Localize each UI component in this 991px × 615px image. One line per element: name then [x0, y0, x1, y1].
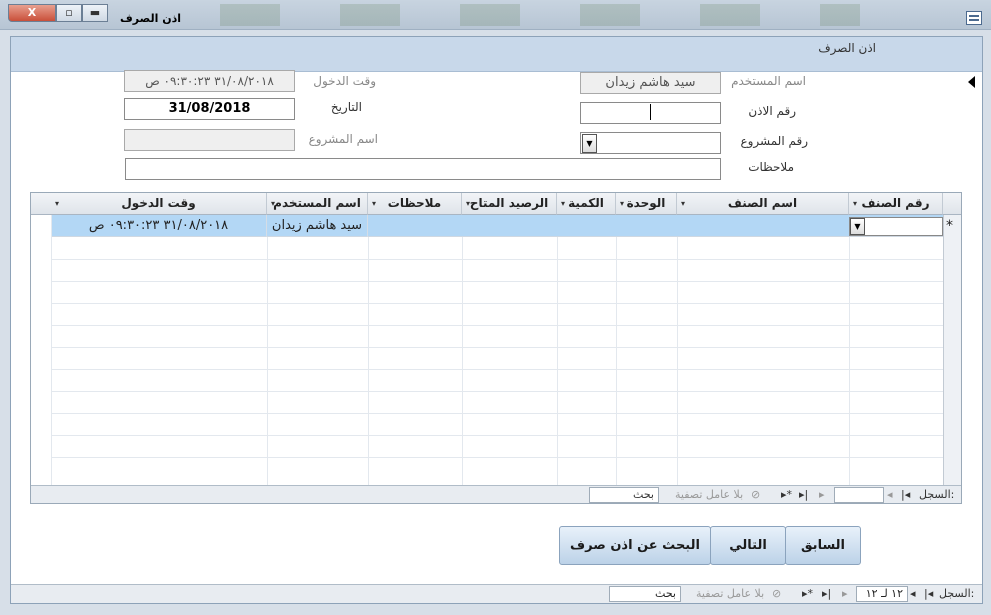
user-name-field: سيد هاشم زيدان: [580, 72, 721, 94]
window-title: اذن الصرف: [120, 12, 181, 25]
form-next-record-icon[interactable]: ▸: [842, 587, 848, 600]
notes-input[interactable]: [125, 158, 721, 180]
items-datasheet: ▾ رقم الصنف ▾ اسم الصنف ▾ الوحدة ▾ الكمية ▾ ا…: [30, 192, 962, 504]
grid-next-record-icon[interactable]: ▸: [819, 488, 825, 501]
previous-button[interactable]: السابق: [785, 526, 861, 565]
window-controls: X ▫ ▬: [8, 4, 108, 22]
form-icon[interactable]: [966, 11, 982, 25]
grid-filter-status[interactable]: بلا عامل تصفية: [675, 488, 743, 501]
form-record-counter[interactable]: ١٢ لـ ١٢: [856, 586, 908, 602]
next-button[interactable]: التالي: [710, 526, 786, 565]
project-name-label: اسم المشروع: [308, 132, 378, 146]
permit-no-label: رقم الاذن: [748, 104, 796, 118]
filter-off-icon: ⊘: [751, 488, 761, 501]
cell-user-name[interactable]: سيد هاشم زيدان: [267, 215, 368, 237]
record-selector-column: [943, 193, 961, 485]
form-record-label: السجل:: [939, 587, 975, 600]
new-record-marker: *: [946, 218, 953, 234]
entry-time-label: وقت الدخول: [313, 74, 376, 88]
text-cursor: [650, 104, 651, 120]
form-search-box[interactable]: بحث: [609, 586, 681, 602]
col-quantity[interactable]: ▾ الكمية: [557, 193, 616, 215]
project-name-field: [124, 129, 295, 151]
col-spacer: [31, 193, 51, 215]
col-notes[interactable]: ▾ ملاحظات: [368, 193, 462, 215]
col-available-balance[interactable]: ▾ الرصيد المتاح: [462, 193, 557, 215]
background-ribbon: [220, 4, 860, 26]
grid-search-box[interactable]: بحث: [589, 487, 659, 503]
chevron-down-icon[interactable]: ▼: [850, 218, 865, 235]
form-filter-status[interactable]: بلا عامل تصفية: [696, 587, 764, 600]
grid-last-record-icon[interactable]: ▸|: [799, 488, 808, 501]
grid-prev-record-icon[interactable]: ◂: [887, 488, 893, 501]
entry-time-field: ٣١/٠٨/٢٠١٨ ٠٩:٣٠:٢٣ ص: [124, 70, 295, 92]
select-all-corner[interactable]: [943, 193, 961, 215]
chevron-down-icon[interactable]: ▼: [582, 134, 597, 153]
col-item-no[interactable]: ▾ رقم الصنف: [849, 193, 943, 215]
grid-record-label: السجل:: [919, 488, 955, 501]
col-user-name[interactable]: ▾ اسم المستخدم: [267, 193, 368, 215]
col-unit[interactable]: ▾ الوحدة: [616, 193, 677, 215]
date-label: التاريخ: [330, 100, 362, 114]
project-no-label: رقم المشروع: [740, 134, 808, 148]
col-item-name[interactable]: ▾ اسم الصنف: [677, 193, 849, 215]
minimize-button[interactable]: ▬: [82, 4, 108, 22]
record-selector-arrow-icon[interactable]: [968, 76, 975, 88]
search-permit-button[interactable]: البحث عن اذن صرف: [559, 526, 711, 565]
project-no-combo[interactable]: [580, 132, 721, 154]
form-last-record-icon[interactable]: ▸|: [822, 587, 831, 600]
form-header: اذن الصرف: [11, 37, 982, 72]
col-entry-time[interactable]: ▾ وقت الدخول: [51, 193, 267, 215]
grid-record-navigator: السجل: |◂ ◂ ▸ ▸| ▸* ⊘ بلا عامل تصفية بحث: [31, 485, 961, 503]
form-first-record-icon[interactable]: |◂: [924, 587, 933, 600]
form-new-record-icon[interactable]: ▸*: [802, 587, 813, 600]
restore-button[interactable]: ▫: [56, 4, 82, 22]
user-name-label: اسم المستخدم: [731, 74, 806, 88]
notes-label: ملاحظات: [748, 160, 794, 174]
form-header-title: اذن الصرف: [818, 41, 876, 55]
grid-first-record-icon[interactable]: |◂: [901, 488, 910, 501]
filter-off-icon: ⊘: [772, 587, 782, 600]
close-button[interactable]: X: [8, 4, 56, 22]
grid-new-record-icon[interactable]: ▸*: [781, 488, 792, 501]
date-input[interactable]: 31/08/2018: [124, 98, 295, 120]
grid-record-counter[interactable]: [834, 487, 884, 503]
form-record-navigator: السجل: |◂ ◂ ١٢ لـ ١٢ ▸ ▸| ▸* ⊘ بلا عامل …: [11, 584, 982, 603]
cell-entry-time[interactable]: ٣١/٠٨/٢٠١٨ ٠٩:٣٠:٢٣ ص: [51, 215, 267, 237]
form-prev-record-icon[interactable]: ◂: [910, 587, 916, 600]
